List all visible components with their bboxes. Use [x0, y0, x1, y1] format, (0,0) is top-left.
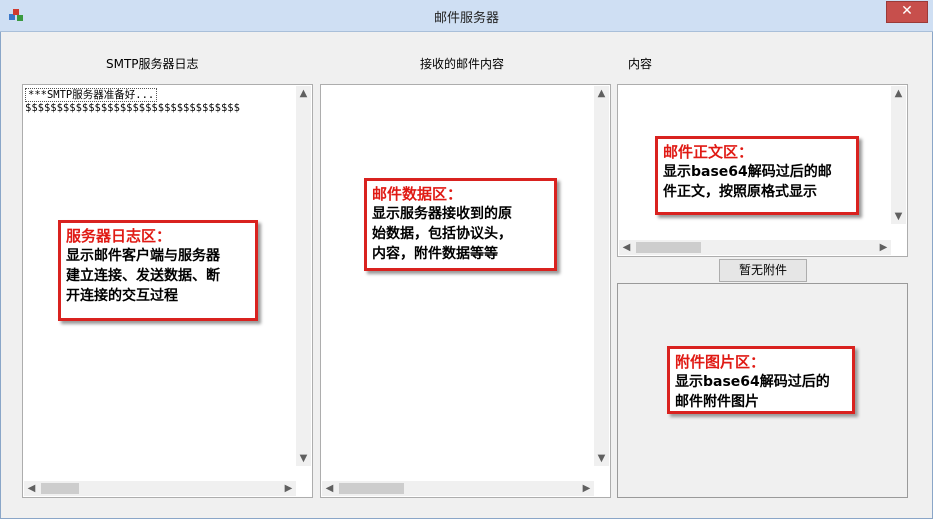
- annotation-line: 显示base64解码过后的: [675, 374, 830, 390]
- annotation-title: 服务器日志区：: [66, 227, 172, 245]
- scroll-right-icon[interactable]: ▶: [281, 481, 296, 496]
- received-panel-label: 接收的邮件内容: [420, 57, 505, 71]
- annotation-line: 始数据，包括协议头，: [372, 226, 512, 242]
- scroll-thumb[interactable]: [636, 242, 701, 253]
- close-button[interactable]: ✕: [886, 1, 928, 23]
- log-line: ***SMTP服务器准备好...: [25, 88, 158, 102]
- title-bar[interactable]: 邮件服务器 ✕: [0, 0, 933, 32]
- annotation-line: 内容，附件数据等等: [372, 246, 498, 262]
- scroll-right-icon[interactable]: ▶: [876, 240, 891, 255]
- scroll-up-icon[interactable]: ▲: [594, 86, 609, 101]
- scroll-down-icon[interactable]: ▼: [296, 451, 311, 466]
- annotation-image: 附件图片区： 显示base64解码过后的 邮件附件图片: [667, 346, 855, 414]
- received-textbox[interactable]: ▲ ▼ ◀ ▶: [320, 84, 611, 498]
- scroll-up-icon[interactable]: ▲: [296, 86, 311, 101]
- annotation-line: 开连接的交互过程: [66, 288, 178, 304]
- received-vscrollbar[interactable]: ▲ ▼: [594, 86, 609, 466]
- annotation-title: 附件图片区：: [675, 353, 766, 371]
- body-vscrollbar[interactable]: ▲ ▼: [891, 86, 906, 224]
- annotation-line: 显示服务器接收到的原: [372, 206, 512, 222]
- annotation-line: 邮件附件图片: [675, 394, 759, 410]
- scroll-up-icon[interactable]: ▲: [891, 86, 906, 101]
- scroll-thumb[interactable]: [41, 483, 79, 494]
- annotation-line: 建立连接、发送数据、断: [66, 268, 220, 284]
- annotation-data: 邮件数据区： 显示服务器接收到的原 始数据，包括协议头， 内容，附件数据等等: [364, 178, 557, 271]
- annotation-log: 服务器日志区： 显示邮件客户端与服务器 建立连接、发送数据、断 开连接的交互过程: [58, 220, 258, 321]
- scroll-left-icon[interactable]: ◀: [619, 240, 634, 255]
- scroll-thumb[interactable]: [339, 483, 404, 494]
- annotation-line: 显示base64解码过后的邮: [663, 164, 832, 180]
- annotation-line: 件正文，按照原格式显示: [663, 184, 817, 200]
- scroll-left-icon[interactable]: ◀: [322, 481, 337, 496]
- received-hscrollbar[interactable]: ◀ ▶: [322, 481, 594, 496]
- content-panel-label: 内容: [628, 57, 653, 71]
- log-hscrollbar[interactable]: ◀ ▶: [24, 481, 296, 496]
- log-line: $$$$$$$$$$$$$$$$$$$$$$$$$$$$$$$$$$: [25, 102, 240, 114]
- scroll-right-icon[interactable]: ▶: [579, 481, 594, 496]
- scroll-down-icon[interactable]: ▼: [594, 451, 609, 466]
- scroll-down-icon[interactable]: ▼: [891, 209, 906, 224]
- body-hscrollbar[interactable]: ◀ ▶: [619, 240, 891, 255]
- annotation-body: 邮件正文区： 显示base64解码过后的邮 件正文，按照原格式显示: [655, 136, 859, 215]
- annotation-title: 邮件数据区：: [372, 185, 463, 203]
- annotation-title: 邮件正文区：: [663, 143, 754, 161]
- window-title: 邮件服务器: [433, 11, 499, 26]
- attachment-button[interactable]: 暂无附件: [719, 259, 807, 282]
- log-panel-label: SMTP服务器日志: [106, 57, 199, 71]
- log-vscrollbar[interactable]: ▲ ▼: [296, 86, 311, 466]
- annotation-line: 显示邮件客户端与服务器: [66, 248, 220, 264]
- scroll-left-icon[interactable]: ◀: [24, 481, 39, 496]
